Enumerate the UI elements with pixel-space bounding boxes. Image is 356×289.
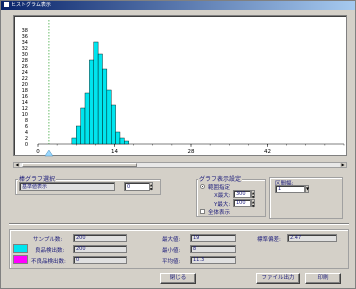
histogram-bar xyxy=(124,140,129,145)
y-tick-label: 26 xyxy=(22,64,28,70)
graph-settings-legend: グラフ表示設定 xyxy=(198,174,243,183)
x-tick-label: 14 xyxy=(111,149,118,155)
xmax-field[interactable]: 300 xyxy=(233,190,251,198)
scroll-right-arrow-icon[interactable]: ▶ xyxy=(340,163,346,167)
y-tick-label: 10 xyxy=(22,112,28,118)
stats-group xyxy=(9,229,349,269)
y-tick-label: 30 xyxy=(22,52,28,58)
y-tick-label: 2 xyxy=(25,136,28,142)
horizontal-scrollbar[interactable]: ◀ ▶ xyxy=(13,162,347,168)
y-tick-label: 14 xyxy=(22,100,28,106)
ymax-field[interactable]: 100 xyxy=(233,199,251,207)
y-tick-label: 8 xyxy=(25,118,28,124)
histogram-window: ヒストグラム表示 0 2 4 6 8 10 12 14 16 18 20 22 24 26 28 30 32 34… xyxy=(0,0,356,289)
y-tick-label: 22 xyxy=(22,76,28,82)
y-tick-label: 4 xyxy=(25,130,28,136)
window-title: ヒストグラム表示 xyxy=(11,2,51,8)
histogram-bar xyxy=(80,107,86,145)
all-display-label: 全体表示 xyxy=(208,210,231,216)
range-radio[interactable] xyxy=(200,184,205,189)
y-tick-label: 32 xyxy=(22,46,28,52)
histogram-bar xyxy=(84,92,90,145)
interval-group xyxy=(269,177,343,219)
y-tick-label: 36 xyxy=(22,34,28,40)
x-tick-label: 0 xyxy=(36,149,40,155)
print-button[interactable]: 印刷 xyxy=(305,273,341,284)
histogram-bar xyxy=(111,104,116,145)
y-tick-label: 18 xyxy=(22,88,28,94)
histogram-bar xyxy=(97,53,103,145)
y-tick-label: 20 xyxy=(22,82,28,88)
x-tick-label: 28 xyxy=(188,149,195,155)
histogram-bar xyxy=(102,68,108,145)
display-data-value[interactable]: 基準値表示 xyxy=(19,182,115,191)
y-tick-label: 6 xyxy=(25,124,28,130)
y-tick-label: 0 xyxy=(25,142,28,148)
y-tick-label: 34 xyxy=(22,40,28,46)
histogram-bar xyxy=(71,137,77,145)
y-tick-label: 24 xyxy=(22,70,28,76)
ymax-spinner[interactable]: ▲ ▼ xyxy=(251,199,255,208)
histogram-chart: 024681012141618202224262830323436380 14 28… xyxy=(22,20,345,157)
app-icon xyxy=(4,2,9,7)
scroll-thumb[interactable] xyxy=(22,163,137,167)
xmax-spinner[interactable]: ▲ ▼ xyxy=(251,190,255,199)
display-data-count[interactable]: 0 xyxy=(124,182,150,191)
histogram-bar xyxy=(76,125,81,145)
y-tick-label: 38 xyxy=(22,28,28,34)
histogram-bar xyxy=(119,137,125,145)
histogram-bar xyxy=(115,131,121,145)
all-display-checkbox[interactable] xyxy=(200,209,205,214)
x-tick-label: 42 xyxy=(264,149,271,155)
scroll-left-arrow-icon[interactable]: ◀ xyxy=(14,163,20,167)
count-spinner[interactable]: ▲ ▼ xyxy=(149,182,153,191)
histogram-plot: 0 2 4 6 8 10 12 14 16 18 20 22 24 26 28 30 32 34 36 38 0 14 28… xyxy=(13,15,347,157)
xmax-label: X最大: xyxy=(214,193,231,199)
histogram-bar xyxy=(89,59,94,145)
graph-settings-group xyxy=(196,179,266,217)
histogram-bar xyxy=(106,89,112,145)
divider xyxy=(9,223,349,225)
close-button[interactable]: 閉じる xyxy=(160,273,196,284)
range-radio-label: 範囲指定 xyxy=(208,185,231,191)
y-tick-label: 12 xyxy=(22,106,28,112)
y-tick-label: 16 xyxy=(22,94,28,100)
y-tick-label: 28 xyxy=(22,58,28,64)
file-output-button[interactable]: ファイル出力 xyxy=(256,273,300,284)
histogram-bar xyxy=(93,41,99,145)
ymax-label: Y最大: xyxy=(214,202,231,208)
title-bar: ヒストグラム表示 xyxy=(1,1,355,10)
marker-triangle-icon xyxy=(44,149,54,157)
